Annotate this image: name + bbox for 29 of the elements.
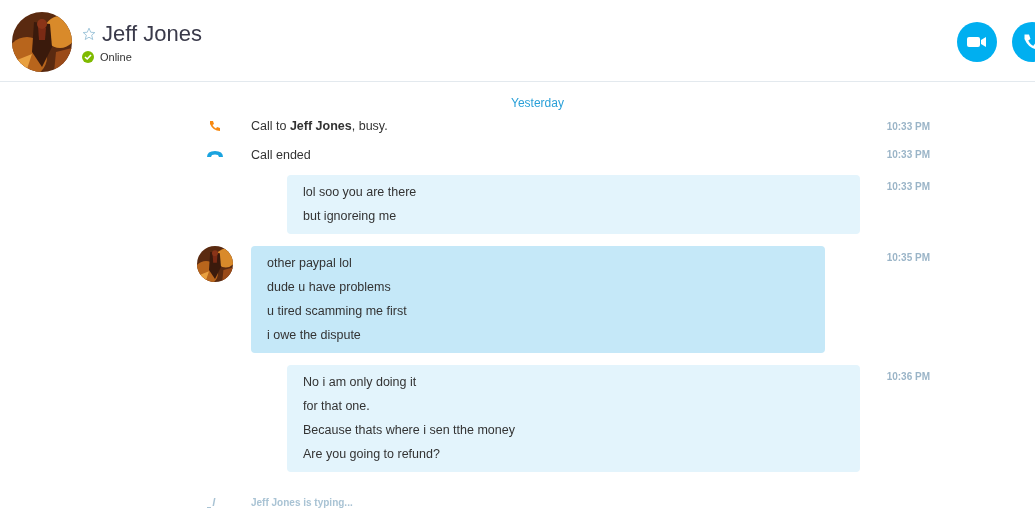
call-event-text: Call to Jeff Jones, busy. — [251, 119, 388, 134]
hang-up-icon — [207, 151, 223, 159]
star-icon[interactable] — [82, 26, 96, 41]
message-time: 10:35 PM — [886, 251, 930, 263]
contact-status: Online — [100, 50, 132, 63]
message-text: i owe the dispute — [267, 327, 362, 344]
message-text: dude u have problems — [267, 279, 392, 296]
pencil-icon — [207, 496, 217, 508]
message-time: 10:33 PM — [886, 149, 930, 161]
message-text: Are you going to refund? — [303, 446, 441, 463]
video-call-button[interactable] — [957, 21, 997, 62]
online-status-icon — [82, 50, 94, 63]
message-text: for that one. — [303, 398, 371, 415]
contact-name: Jeff Jones — [102, 20, 202, 47]
phone-icon — [1023, 32, 1035, 51]
typing-indicator: Jeff Jones is typing... — [251, 496, 353, 508]
date-divider: Yesterday — [511, 96, 564, 110]
call-event-text: Call ended — [251, 147, 311, 162]
message-time: 10:36 PM — [886, 370, 930, 382]
message-text: u tired scamming me first — [267, 303, 408, 320]
video-camera-icon — [967, 35, 987, 48]
message-text: Because thats where i sen tthe money — [303, 422, 516, 439]
message-text: but ignoreing me — [303, 208, 398, 225]
message-time: 10:33 PM — [886, 120, 930, 132]
phone-icon — [209, 120, 221, 133]
message-time: 10:33 PM — [886, 180, 930, 192]
message-text: No i am only doing it — [303, 374, 418, 391]
message-text: other paypal lol — [267, 255, 353, 272]
message-text: lol soo you are there — [303, 184, 418, 201]
